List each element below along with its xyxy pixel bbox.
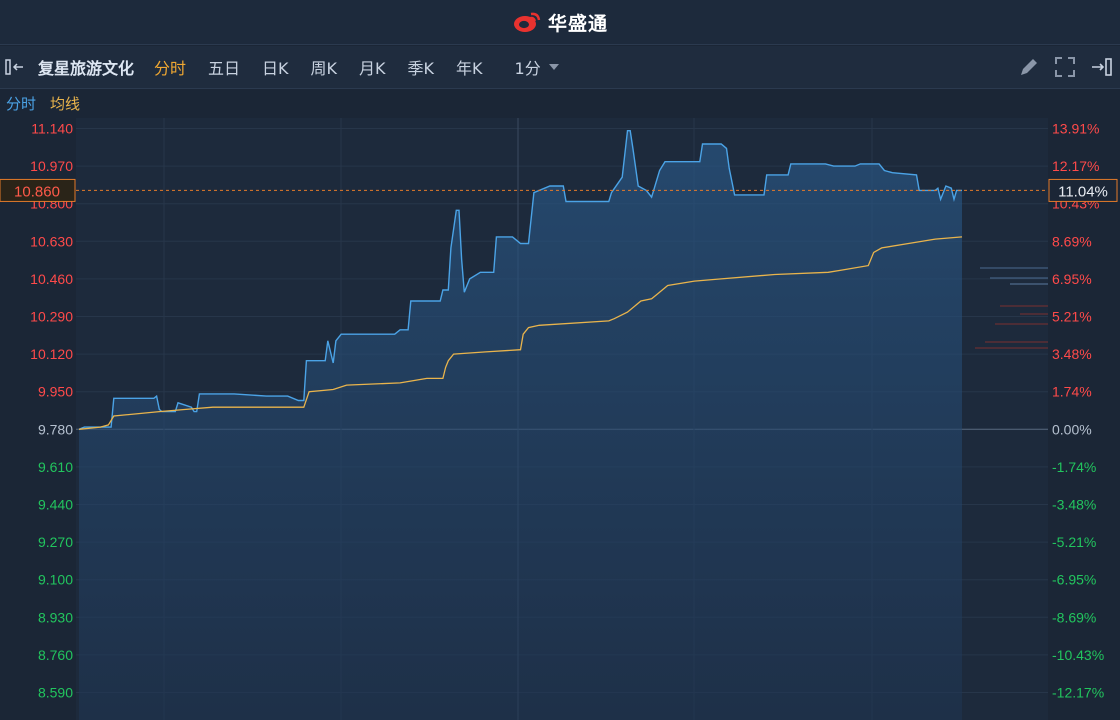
interval-label: 1分 [514, 59, 541, 78]
y-tick-label-right: -10.43% [1052, 647, 1104, 663]
tab-five-day[interactable]: 五日 [208, 55, 240, 79]
y-tick-label-left: 9.610 [38, 459, 73, 475]
legend-average-line: 均线 [50, 94, 81, 113]
y-tick-label-left: 10.970 [30, 158, 73, 174]
y-tick-label-right: 5.21% [1052, 309, 1092, 325]
y-tick-label-left: 8.760 [38, 647, 73, 663]
tab-monthly-k[interactable]: 月K [359, 55, 386, 79]
legend-price-line: 分时 [6, 94, 37, 113]
y-tick-label-right: 12.17% [1052, 158, 1099, 174]
expand-panel-icon[interactable] [1090, 56, 1114, 78]
collapse-sidebar-icon[interactable] [0, 46, 30, 88]
y-tick-label-left: 9.100 [38, 572, 73, 588]
app-header: 华盛通 [0, 0, 1120, 45]
chart-legend: 分时 均线 [0, 89, 1120, 117]
y-tick-label-left: 10.290 [30, 309, 73, 325]
y-tick-label-left: 9.270 [38, 534, 73, 550]
tab-yearly-k[interactable]: 年K [456, 55, 483, 79]
y-tick-label-left: 8.590 [38, 685, 73, 701]
brand-mark-icon [513, 12, 541, 32]
y-tick-label-right: -8.69% [1052, 609, 1096, 625]
current-price-value: 10.860 [14, 183, 60, 200]
y-tick-label-left: 9.440 [38, 497, 73, 513]
y-tick-label-right: 8.69% [1052, 233, 1092, 249]
current-pct-value: 11.04% [1058, 183, 1108, 200]
toolbar-actions [1018, 46, 1114, 88]
y-tick-label-right: 1.74% [1052, 384, 1092, 400]
tab-intraday[interactable]: 分时 [154, 55, 186, 79]
y-tick-label-left: 8.930 [38, 609, 73, 625]
y-tick-label-right: -5.21% [1052, 534, 1096, 550]
y-tick-label-left: 9.950 [38, 384, 73, 400]
y-tick-label-left: 10.120 [30, 346, 73, 362]
fullscreen-icon[interactable] [1054, 56, 1076, 78]
y-tick-label-right: -3.48% [1052, 497, 1096, 513]
tab-quarterly-k[interactable]: 季K [408, 55, 435, 79]
tab-daily-k[interactable]: 日K [262, 55, 289, 79]
brand-logo: 华盛通 [512, 9, 608, 36]
chevron-down-icon [548, 64, 559, 70]
stock-name: 复星旅游文化 [38, 59, 135, 78]
y-tick-label-right: -6.95% [1052, 572, 1096, 588]
chart-toolbar: 复星旅游文化 分时 五日 日K 周K 月K 季K 年K 1分 [0, 46, 1120, 89]
y-tick-label-left: 9.780 [38, 421, 73, 437]
pencil-icon[interactable] [1018, 56, 1040, 78]
y-tick-label-right: 6.95% [1052, 271, 1092, 287]
y-tick-label-right: 3.48% [1052, 346, 1092, 362]
y-tick-label-right: 0.00% [1052, 421, 1092, 437]
y-tick-label-left: 11.140 [31, 121, 73, 137]
y-tick-label-right: -12.17% [1052, 685, 1104, 701]
brand-name: 华盛通 [547, 12, 608, 35]
y-tick-label-right: 13.91% [1052, 121, 1099, 137]
y-tick-label-right: -1.74% [1052, 459, 1096, 475]
interval-select[interactable]: 1分 [515, 55, 559, 79]
tab-weekly-k[interactable]: 周K [311, 55, 338, 79]
intraday-chart[interactable]: 11.14010.97010.80010.63010.46010.29010.1… [0, 118, 1120, 720]
y-tick-label-left: 10.460 [30, 271, 73, 287]
y-tick-label-left: 10.630 [30, 233, 73, 249]
